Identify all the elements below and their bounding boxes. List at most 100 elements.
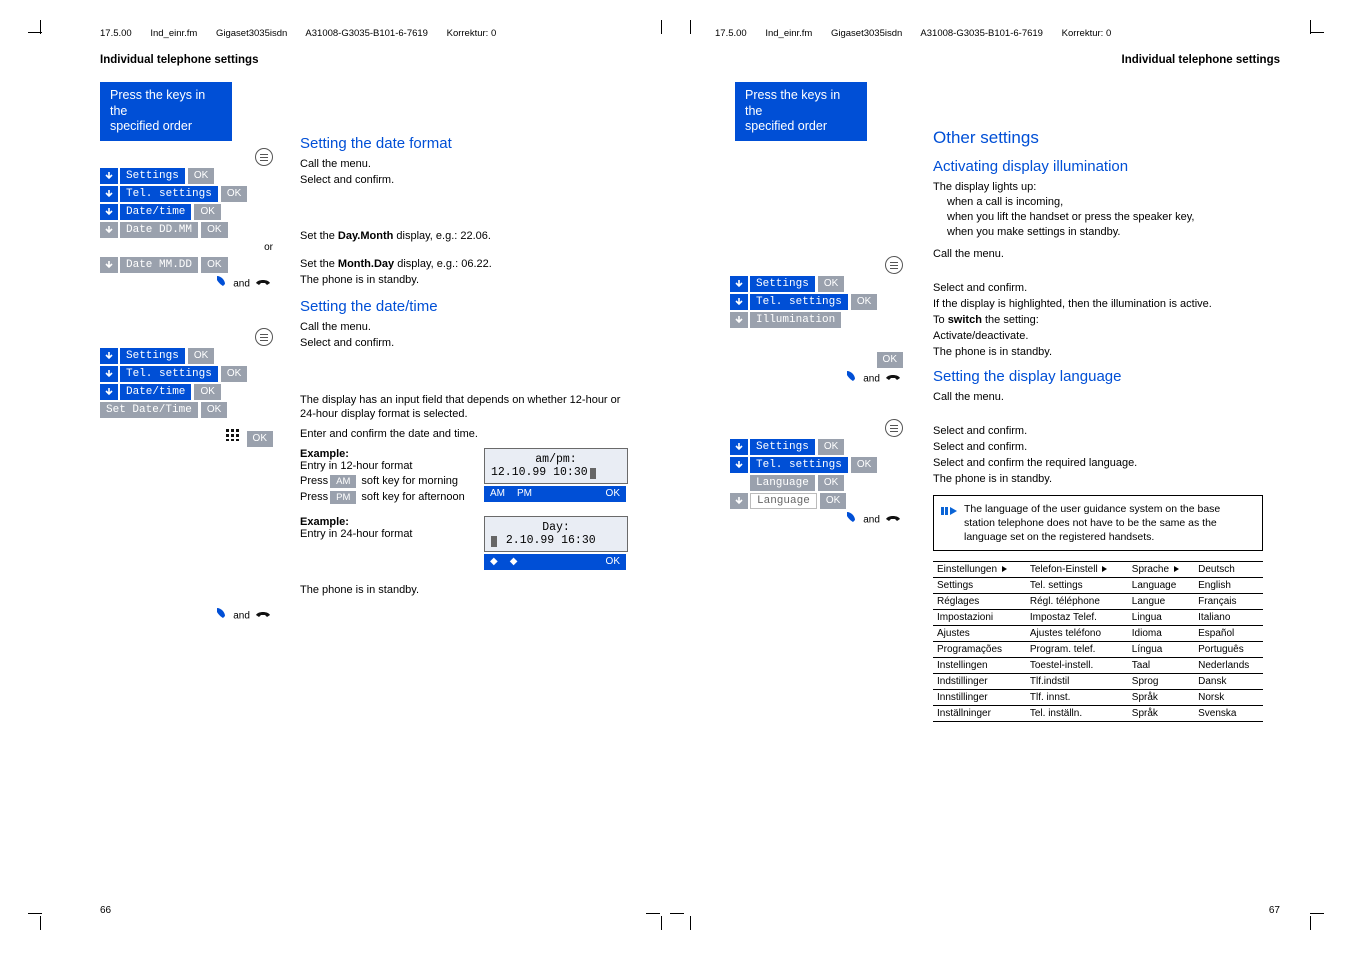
bullet-item: when you make settings in standby.: [947, 225, 1263, 240]
section-title-left: Individual telephone settings: [100, 54, 258, 66]
right-arrow-icon: [1002, 566, 1007, 572]
table-cell: Impostaz Telef.: [1026, 610, 1128, 626]
down-arrow-icon: [730, 294, 748, 310]
page-number-right: 67: [1269, 905, 1280, 916]
offhook-icon: [844, 511, 858, 528]
table-cell: Português: [1194, 642, 1263, 658]
note-text: The language of the user guidance system…: [964, 503, 1220, 543]
ok-key: OK: [188, 168, 214, 184]
language-table: Einstellungen Telefon-Einstell Sprache D…: [933, 561, 1263, 722]
menu-datetime: Date/time: [120, 384, 191, 400]
table-cell: Inställninger: [933, 706, 1026, 722]
lcd-24h-l2: 2.10.99 16:30: [499, 534, 596, 547]
menu-settings: Settings: [120, 348, 185, 364]
table-cell: Taal: [1128, 658, 1194, 674]
ok-key: OK: [201, 402, 227, 418]
keybox-right: Press the keys in the specified order: [735, 82, 867, 141]
text-select-confirm: Select and confirm.: [933, 441, 1263, 453]
text-lights-up: The display lights up:: [933, 181, 1263, 193]
bullet-item: when you lift the handset or press the s…: [947, 210, 1263, 225]
text-select-confirm: Select and confirm.: [933, 282, 1263, 294]
ok-key: OK: [818, 475, 844, 491]
text-select-confirm: Select and confirm.: [300, 174, 630, 186]
ok-key: OK: [221, 186, 247, 202]
heading-datetime: Setting the date/time: [300, 298, 630, 315]
table-cell: Lingua: [1128, 610, 1194, 626]
down-arrow-icon: [730, 439, 748, 455]
table-cell: Impostazioni: [933, 610, 1026, 626]
pm-softkey: PM: [511, 486, 538, 502]
table-row: AjustesAjustes teléfonoIdiomaEspañol: [933, 626, 1263, 642]
menu-settings: Settings: [750, 439, 815, 455]
table-cell: Italiano: [1194, 610, 1263, 626]
example-label: Example:: [300, 516, 349, 528]
table-cell: Norsk: [1194, 690, 1263, 706]
running-header-left: 17.5.00 Ind_einr.fm Gigaset3035isdn A310…: [100, 28, 512, 39]
ok-key: OK: [818, 439, 844, 455]
menu-tel: Tel. settings: [750, 294, 848, 310]
table-cell: Language: [1128, 578, 1194, 594]
key-column-right: Settings OK Tel. settings OK Illuminatio…: [730, 146, 945, 530]
table-cell: Ajustes teléfono: [1026, 626, 1128, 642]
lcd-12h: am/pm: 12.10.99 10:30: [484, 448, 628, 484]
text-if-highlight: If the display is highlighted, then the …: [933, 298, 1263, 310]
table-cell: Svenska: [1194, 706, 1263, 722]
text-standby: The phone is in standby.: [933, 346, 1263, 358]
table-cell: Régl. téléphone: [1026, 594, 1128, 610]
and-label: and: [233, 278, 250, 289]
ok-key: OK: [188, 348, 214, 364]
bullet-list: when a call is incoming, when you lift t…: [933, 195, 1263, 240]
ok-key: OK: [194, 384, 220, 400]
table-cell: Settings: [933, 578, 1026, 594]
body-column-left: Setting the date format Call the menu. S…: [300, 125, 630, 596]
offhook-icon: [214, 607, 228, 624]
and-label: and: [233, 611, 250, 622]
heading-illumination: Activating display illumination: [933, 158, 1263, 175]
lcd-softkeys-row: AMPMOK: [484, 486, 626, 502]
menu-tel: Tel. settings: [120, 366, 218, 382]
menu-tel: Tel. settings: [750, 457, 848, 473]
menu-illumination: Illumination: [750, 312, 841, 328]
lcd-12h-l1: am/pm:: [491, 453, 621, 466]
onhook-icon: [885, 513, 901, 526]
press-pm-line: PressPM soft key for afternoon: [300, 491, 465, 504]
text-standby: The phone is in standby.: [933, 473, 1263, 485]
down-arrow-icon: [730, 276, 748, 292]
menu-icon: [885, 256, 903, 274]
heading-date-format: Setting the date format: [300, 135, 630, 152]
run-doc: A31008-G3035-B101-6-7619: [305, 28, 428, 39]
example-12h: Example: Entry in 12-hour format PressAM…: [300, 448, 630, 504]
menu-date-ddmm: Date DD.MM: [120, 222, 198, 238]
table-row: ImpostazioniImpostaz Telef.LinguaItalian…: [933, 610, 1263, 626]
menu-datetime: Date/time: [120, 204, 191, 220]
heading-other-settings: Other settings: [933, 128, 1263, 148]
page-number-left: 66: [100, 905, 111, 916]
menu-icon: [255, 148, 273, 166]
table-row: InställningerTel. inställn.SpråkSvenska: [933, 706, 1263, 722]
text-select-lang: Select and confirm the required language…: [933, 457, 1263, 469]
table-row: InstellingenToestel-instell.TaalNederlan…: [933, 658, 1263, 674]
down-arrow-icon: [730, 457, 748, 473]
ok-key: OK: [600, 554, 626, 570]
table-row: SettingsTel. settingsLanguageEnglish: [933, 578, 1263, 594]
right-arrow-icon: [1102, 566, 1107, 572]
note-box: The language of the user guidance system…: [933, 495, 1263, 552]
table-cell: Toestel-instell.: [1026, 658, 1128, 674]
down-arrow-icon: [100, 168, 118, 184]
pm-softkey: PM: [330, 491, 356, 504]
table-cell: Språk: [1128, 706, 1194, 722]
ok-key: OK: [820, 493, 846, 509]
table-cell: Tlf.indstil: [1026, 674, 1128, 690]
menu-settings: Settings: [750, 276, 815, 292]
table-cell: Sprache: [1128, 562, 1194, 578]
table-cell: English: [1194, 578, 1263, 594]
cursor-icon: [491, 536, 497, 547]
table-cell: Innstillinger: [933, 690, 1026, 706]
table-cell: Nederlands: [1194, 658, 1263, 674]
text-standby: The phone is in standby.: [300, 584, 630, 596]
ok-key: OK: [851, 457, 877, 473]
text-activate: Activate/deactivate.: [933, 330, 1263, 342]
table-cell: Tlf. innst.: [1026, 690, 1128, 706]
table-cell: Español: [1194, 626, 1263, 642]
ok-key: OK: [194, 204, 220, 220]
